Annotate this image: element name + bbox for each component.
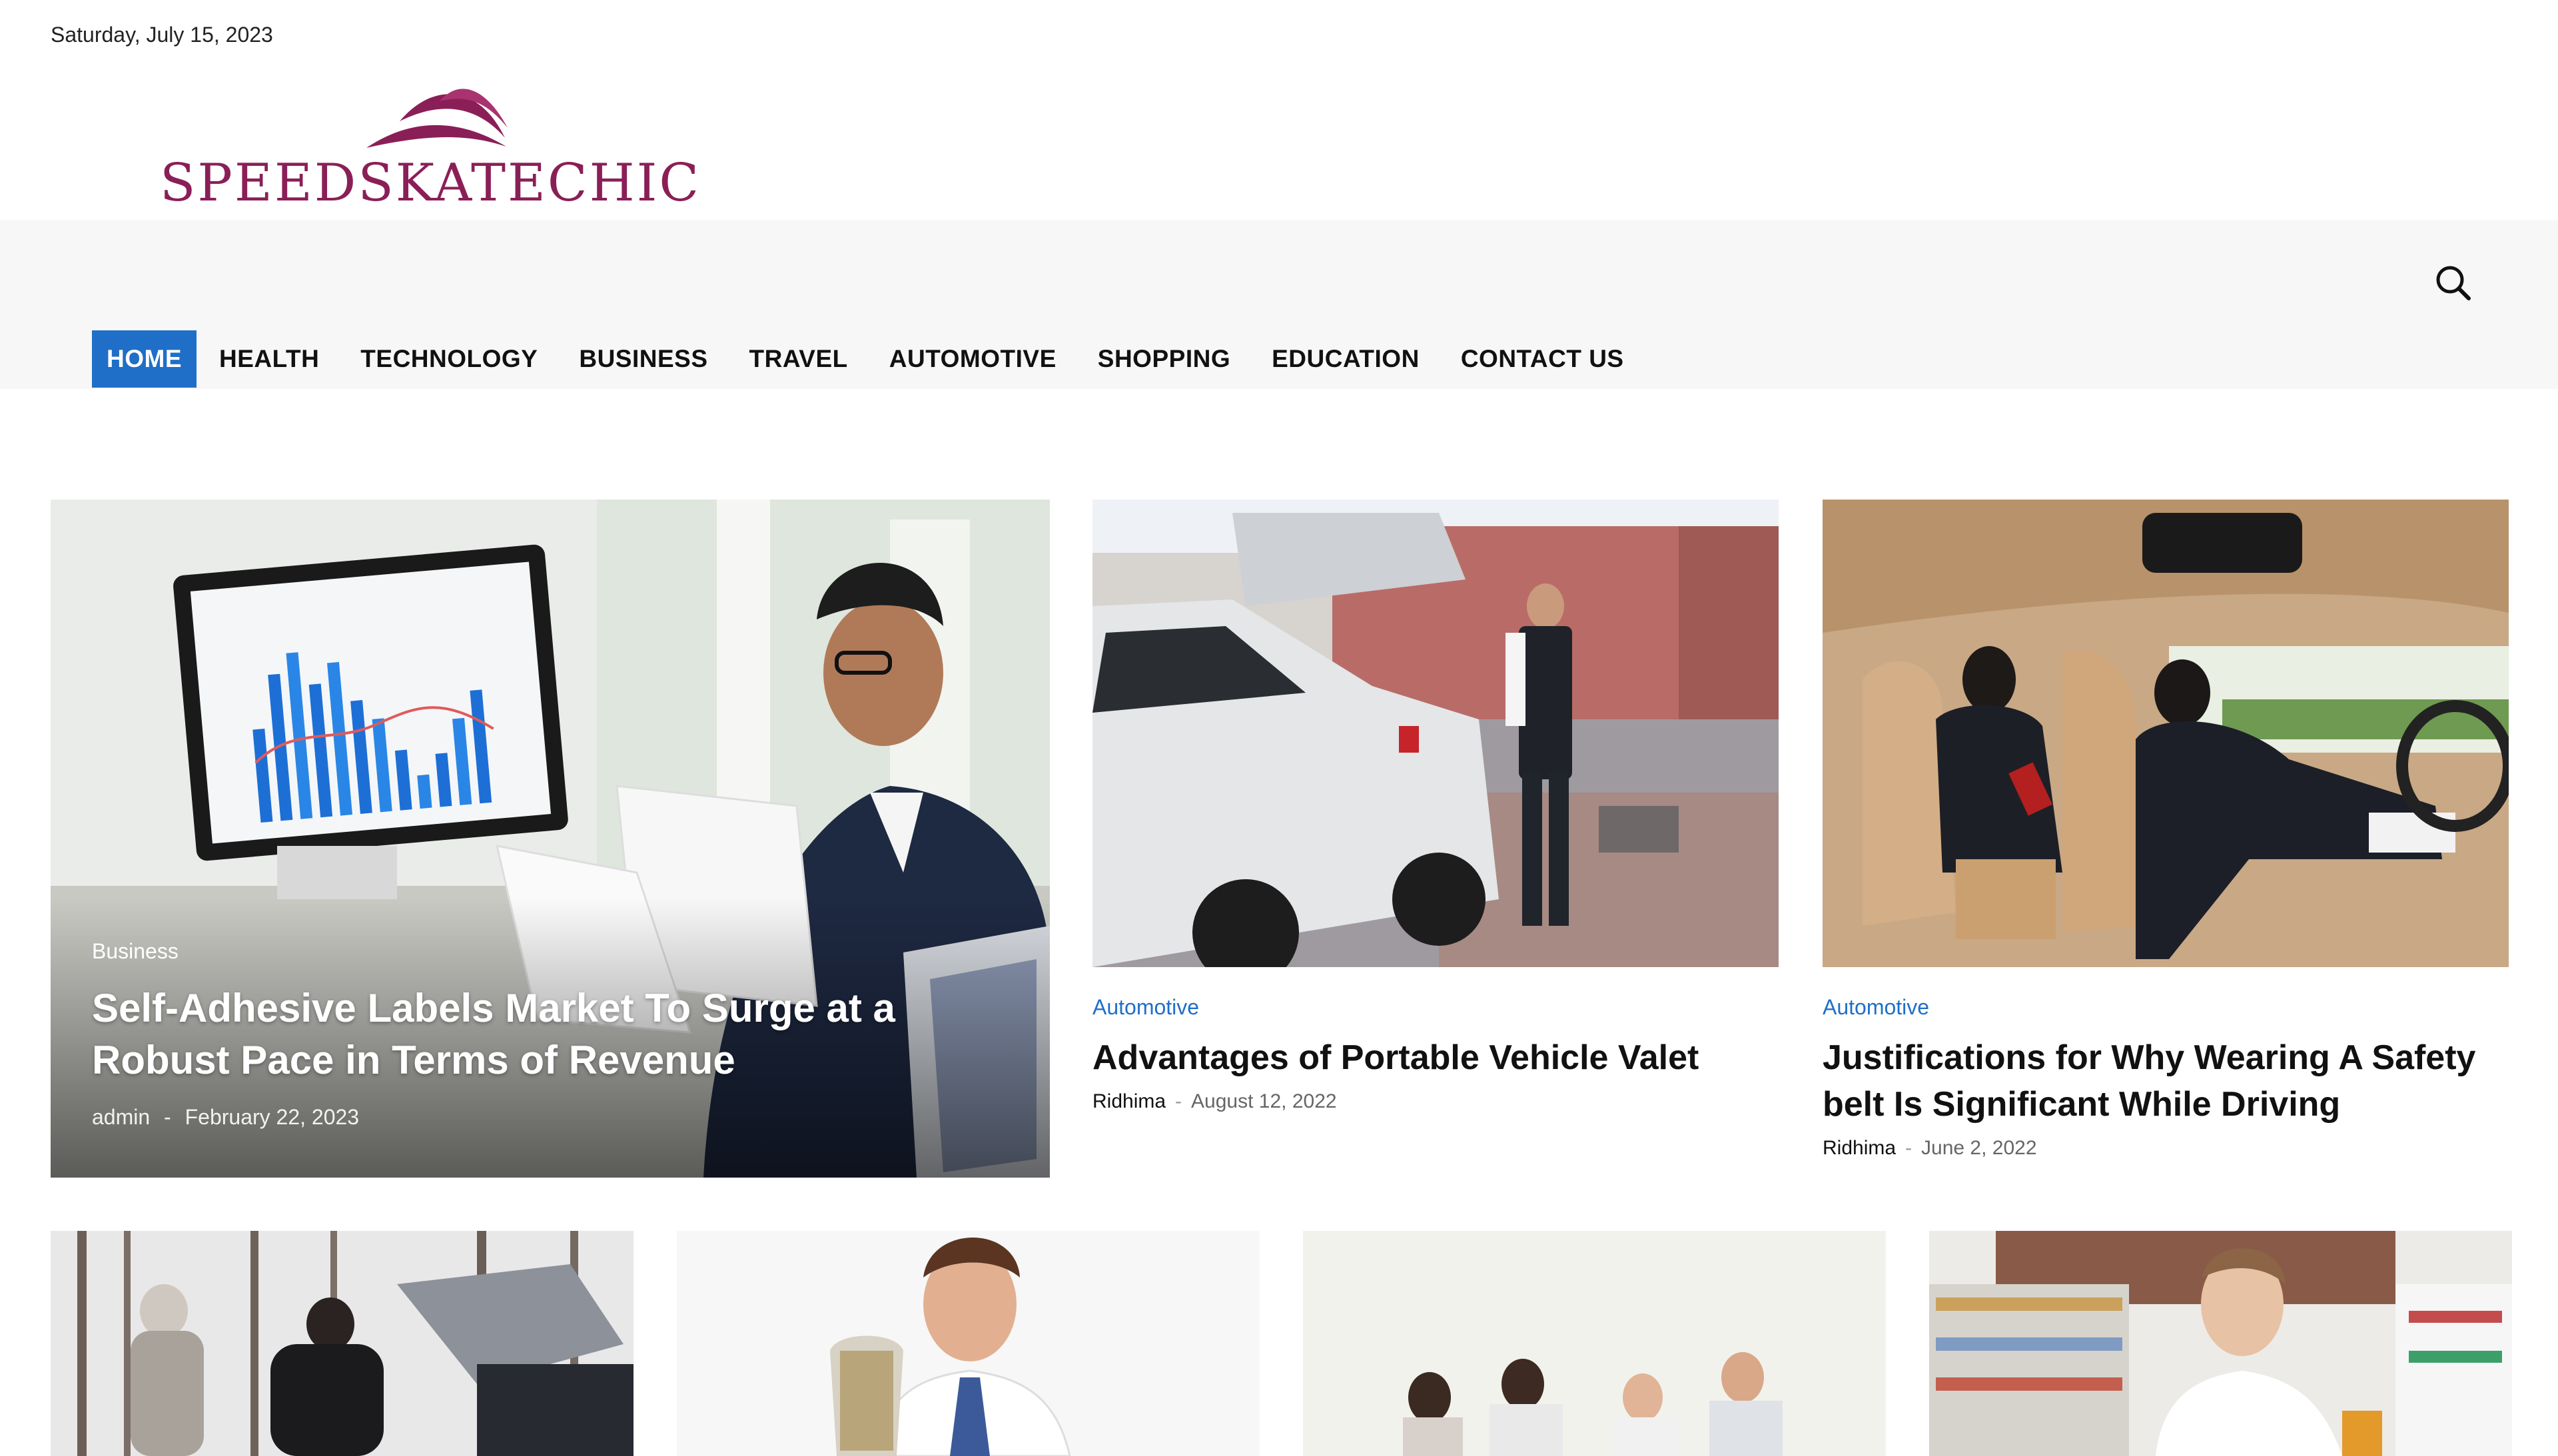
hero-meta: admin - February 22, 2023 xyxy=(92,1105,360,1129)
card-date: August 12, 2022 xyxy=(1191,1090,1337,1112)
hero-category[interactable]: Business xyxy=(92,939,958,964)
nav-item-travel[interactable]: TRAVEL xyxy=(735,330,863,388)
article-image-valet[interactable] xyxy=(1092,500,1779,967)
nav-item-education[interactable]: EDUCATION xyxy=(1257,330,1434,388)
nav-item-technology[interactable]: TECHNOLOGY xyxy=(346,330,552,388)
main-nav: HOME HEALTH TECHNOLOGY BUSINESS TRAVEL A… xyxy=(92,330,1651,388)
card-author[interactable]: Ridhima xyxy=(1092,1090,1166,1112)
article-thumbnail[interactable] xyxy=(677,1231,1260,1456)
logo-text: SPEEDSKATECHIC xyxy=(160,153,701,213)
hero-author[interactable]: admin xyxy=(92,1105,150,1129)
article-thumbnail[interactable] xyxy=(51,1231,634,1456)
doctor-photo xyxy=(677,1231,1260,1456)
article-card: Automotive Justifications for Why Wearin… xyxy=(1823,500,2509,1160)
team-meeting-photo xyxy=(1303,1231,1886,1456)
card-category[interactable]: Automotive xyxy=(1823,995,2509,1020)
nav-item-shopping[interactable]: SHOPPING xyxy=(1083,330,1245,388)
card-title[interactable]: Advantages of Portable Vehicle Valet xyxy=(1092,1034,1779,1081)
article-card: Automotive Advantages of Portable Vehicl… xyxy=(1092,500,1779,1113)
hero-title[interactable]: Self-Adhesive Labels Market To Surge at … xyxy=(92,982,958,1086)
card-meta: Ridhima - June 2, 2022 xyxy=(1823,1137,2037,1159)
site-logo[interactable]: SPEEDSKATECHIC xyxy=(160,75,699,213)
search-icon[interactable] xyxy=(2433,262,2474,304)
article-thumbnail[interactable] xyxy=(1929,1231,2512,1456)
article-image-safety-belt[interactable] xyxy=(1823,500,2509,967)
car-interior-photo xyxy=(1823,500,2509,967)
nav-item-home[interactable]: HOME xyxy=(92,330,197,388)
car-valet-photo xyxy=(1092,500,1779,967)
hero-text: Business Self-Adhesive Labels Market To … xyxy=(92,939,958,1130)
nav-item-contact-us[interactable]: CONTACT US xyxy=(1446,330,1639,388)
header-date: Saturday, July 15, 2023 xyxy=(51,23,273,47)
winter-car-photo xyxy=(51,1231,634,1456)
nav-item-health[interactable]: HEALTH xyxy=(205,330,334,388)
article-thumbnail[interactable] xyxy=(1303,1231,1886,1456)
pharmacy-photo xyxy=(1929,1231,2512,1456)
nav-item-business[interactable]: BUSINESS xyxy=(564,330,722,388)
logo-swoosh-icon xyxy=(366,89,508,148)
card-title[interactable]: Justifications for Why Wearing A Safety … xyxy=(1823,1034,2509,1128)
card-category[interactable]: Automotive xyxy=(1092,995,1779,1020)
card-date: June 2, 2022 xyxy=(1921,1137,2037,1159)
card-author[interactable]: Ridhima xyxy=(1823,1137,1896,1159)
hero-date: February 22, 2023 xyxy=(185,1105,360,1129)
nav-item-automotive[interactable]: AUTOMOTIVE xyxy=(875,330,1071,388)
card-meta: Ridhima - August 12, 2022 xyxy=(1092,1090,1337,1112)
